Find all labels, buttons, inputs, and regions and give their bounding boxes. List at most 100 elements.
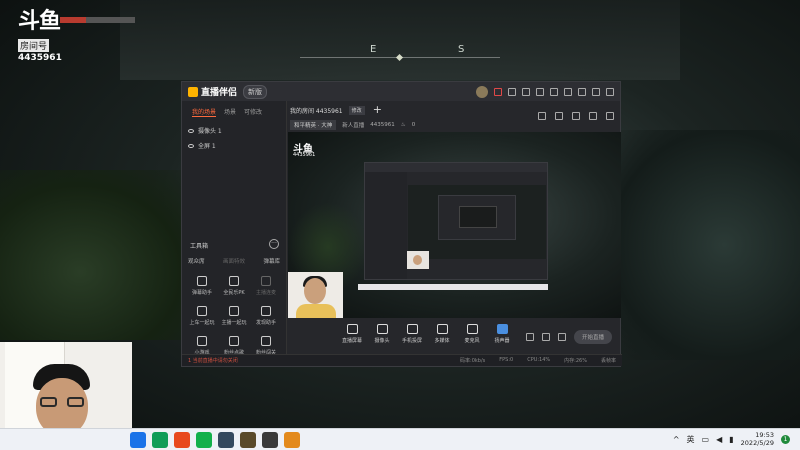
eye-icon[interactable] [188, 143, 194, 148]
cave-ceiling [120, 0, 680, 80]
gift-icon[interactable] [508, 87, 516, 96]
version-button[interactable]: 新版 [243, 84, 268, 99]
nested-webcam [407, 251, 429, 269]
settings-icon[interactable] [550, 87, 558, 96]
scene-tabs: 我的场景 场景 可修改 + [182, 101, 382, 121]
app-game1-icon[interactable] [218, 432, 234, 448]
bell-icon[interactable] [589, 112, 597, 120]
lock-icon[interactable] [572, 112, 580, 120]
app-logo-icon [188, 86, 198, 97]
app-titlebar: 直播伴侣 新版 [182, 82, 620, 101]
tool-song-request[interactable]: 粉丝点歌 [218, 336, 250, 356]
filter-effects[interactable]: 画面特效 [223, 257, 245, 265]
health-bar [60, 17, 135, 23]
maximize-icon[interactable] [592, 87, 600, 96]
speaker-button[interactable]: 扬声器 [492, 324, 512, 344]
compass-marker [395, 53, 404, 62]
taskbar-apps [130, 432, 300, 448]
app-livestream-icon[interactable] [284, 432, 300, 448]
shop-icon[interactable] [522, 87, 530, 96]
tool-ride-together[interactable]: 上车一起玩 [186, 306, 218, 326]
app-game3-icon[interactable] [262, 432, 278, 448]
foliage-right [610, 130, 800, 360]
user-avatar[interactable] [476, 85, 488, 98]
menu-icon[interactable] [564, 87, 572, 96]
phone-cast-button[interactable]: 手机投屏 [402, 324, 422, 344]
tab-scenes[interactable]: 场景 [224, 107, 236, 117]
start-stream-button[interactable]: 开始直播 [573, 330, 612, 344]
tool-discovery[interactable]: 发现助手 [250, 306, 282, 326]
tool-grid: 弹幕助手 全民乐PK 主播连麦 上车一起玩 主播一起玩 发现助手 小游戏 粉丝点… [186, 276, 282, 356]
douyu-brand-text: 斗鱼 [18, 9, 61, 34]
volume-icon[interactable]: ◀ [716, 435, 722, 444]
music-icon [229, 336, 239, 346]
screen-capture-button[interactable]: 直播屏幕 [342, 324, 362, 344]
app-wechat-icon[interactable] [152, 432, 168, 448]
camera-button[interactable]: 摄像头 [372, 324, 392, 344]
eye-icon[interactable] [188, 128, 194, 133]
battery-icon[interactable]: ▮ [729, 435, 733, 444]
microphone-icon [466, 324, 478, 334]
eye-preview-icon[interactable] [541, 333, 550, 341]
tool-mini-game[interactable]: 小游戏 [186, 336, 218, 356]
room-label: 我的房间 4435961 [290, 108, 343, 115]
notification-badge[interactable]: 1 [781, 434, 790, 444]
media-button[interactable]: 多媒体 [432, 324, 452, 344]
preview-room-id: 4435961 [293, 152, 316, 158]
clock[interactable]: 19:53 2022/5/29 [741, 431, 774, 447]
message-icon[interactable] [494, 87, 502, 96]
status-drop: 丢帧率 [600, 358, 616, 364]
gift-box-icon[interactable] [538, 112, 546, 120]
source-toolbar: 直播屏幕 摄像头 手机投屏 多媒体 麦克风 扬声器 [342, 324, 512, 344]
app-green-icon[interactable] [196, 432, 212, 448]
chevron-up-icon[interactable]: ^ [673, 435, 680, 444]
shop-bag-icon[interactable] [555, 112, 563, 120]
fire-icon: ♨ [400, 122, 406, 128]
status-cpu: CPU:14% [527, 357, 551, 363]
scene-item-camera[interactable]: 摄像头 1 [188, 123, 280, 138]
network-icon[interactable]: ▭ [702, 435, 710, 444]
scene-item-fullscreen[interactable]: 全屏 1 [188, 138, 280, 153]
preview-webcam [288, 272, 343, 318]
category-selector[interactable]: 和平精英 · 大神 [290, 120, 337, 130]
record-icon[interactable] [525, 333, 534, 341]
tool-co-host[interactable]: 主播连麦 [250, 276, 282, 296]
share-icon[interactable] [606, 112, 614, 120]
filter-audience[interactable]: 观众席 [188, 257, 205, 265]
minimize-icon[interactable] [578, 87, 586, 96]
windows-taskbar: ^ 英 ▭ ◀ ▮ 19:53 2022/5/29 1 [0, 428, 800, 450]
app-logo: 直播伴侣 [188, 85, 237, 98]
gear-icon[interactable] [557, 333, 566, 341]
shield-icon [261, 336, 271, 346]
gamepad-icon [197, 336, 207, 346]
car-icon [197, 306, 207, 316]
stream-preview[interactable]: 斗鱼 4435961 [288, 132, 621, 318]
toolbox-more-icon[interactable]: ··· [269, 239, 279, 249]
stream-controls: 开始直播 [525, 330, 612, 344]
microphone-button[interactable]: 麦克风 [462, 324, 482, 344]
room-actions [538, 112, 614, 120]
streaming-app-window: 直播伴侣 新版 我的场景 场景 可修改 + 摄像头 1 全屏 1 工具箱 ···… [181, 81, 622, 367]
tool-pk[interactable]: 全民乐PK [218, 276, 250, 296]
ime-indicator[interactable]: 英 [687, 434, 695, 445]
app-name: 直播伴侣 [201, 88, 238, 98]
filter-danmaku[interactable]: 弹幕库 [263, 257, 280, 265]
edit-room-button[interactable]: 修改 [348, 106, 365, 115]
tool-danmaku-helper[interactable]: 弹幕助手 [186, 276, 218, 296]
tool-fan-challenge[interactable]: 粉丝闯关 [250, 336, 282, 356]
room-id: 4435961 [18, 53, 62, 63]
close-icon[interactable] [606, 87, 614, 96]
nested-app-window [364, 162, 548, 280]
tab-editable[interactable]: 可修改 [244, 107, 262, 117]
app-chrome-icon[interactable] [130, 432, 146, 448]
app-game2-icon[interactable] [240, 432, 256, 448]
nested-taskbar [358, 284, 548, 290]
tab-my-scenes[interactable]: 我的场景 [192, 107, 217, 117]
cube-icon [261, 306, 271, 316]
skin-icon[interactable] [536, 87, 544, 96]
app-office-icon[interactable] [174, 432, 190, 448]
status-bitrate: 码率:0kb/s [460, 358, 486, 364]
status-fps: FPS:0 [499, 357, 514, 363]
tool-play-together[interactable]: 主播一起玩 [218, 306, 250, 326]
room-tag: 房间号 [18, 39, 50, 52]
